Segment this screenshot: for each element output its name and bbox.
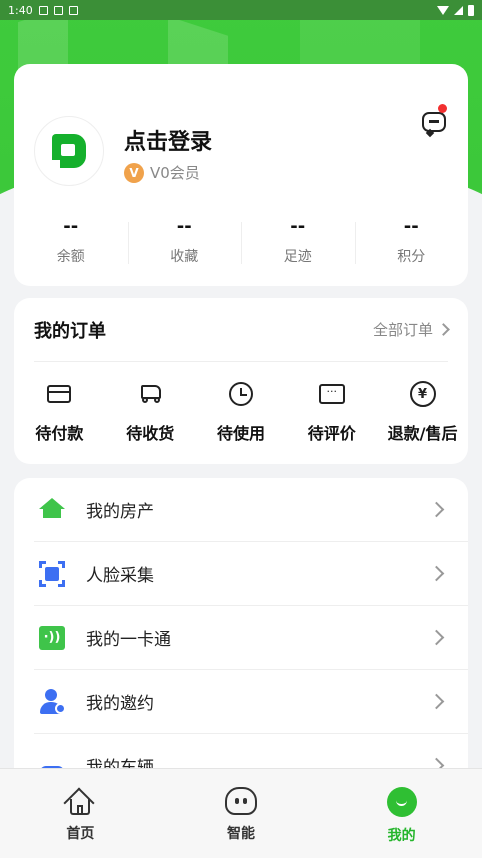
profile-icon [386, 787, 417, 817]
refund-icon: ¥ [409, 381, 436, 407]
stat-label: 积分 [397, 249, 426, 265]
status-time: 1:40 [8, 3, 33, 17]
messages-button[interactable] [420, 104, 448, 138]
robot-icon [225, 787, 257, 815]
card-icon [47, 385, 72, 403]
menu-item-access-card[interactable]: ·)) 我的一卡通 [34, 606, 468, 670]
orders-header: 我的订单 全部订单 [34, 298, 450, 362]
truck-icon [137, 385, 163, 403]
menu-item-label: 我的邀约 [86, 694, 154, 714]
stat-favorites[interactable]: -- 收藏 [127, 216, 242, 272]
invite-person-icon [39, 688, 66, 715]
avatar[interactable] [34, 116, 104, 186]
profile-card: 点击登录 V V0会员 -- 余额 -- 收藏 -- 足迹 -- 积分 [14, 64, 468, 286]
order-pending-review[interactable]: ··· 待评价 [286, 380, 377, 444]
order-refund[interactable]: ¥ 退款/售后 [377, 380, 468, 444]
chevron-right-icon [428, 693, 445, 710]
stat-points[interactable]: -- 积分 [354, 216, 469, 272]
orders-card: 我的订单 全部订单 待付款 待收货 待使用 ··· 待评价 ¥ 退款/售后 [14, 298, 468, 464]
order-status-label: 待付款 [35, 424, 84, 443]
house-icon [39, 498, 65, 518]
stat-balance[interactable]: -- 余额 [14, 216, 128, 272]
stat-history[interactable]: -- 足迹 [241, 216, 355, 272]
nav-label: 首页 [66, 826, 95, 842]
stat-value: -- [290, 216, 306, 237]
bottom-nav: 首页 智能 我的 [0, 768, 482, 858]
chevron-right-icon [428, 501, 445, 518]
status-bar: 1:40 [0, 0, 482, 20]
battery-icon [468, 4, 474, 16]
vip-label: V0会员 [150, 164, 200, 182]
stat-value: -- [403, 216, 419, 237]
login-link[interactable]: 点击登录 [124, 124, 212, 156]
order-pending-receipt[interactable]: 待收货 [105, 380, 196, 444]
stat-label: 余额 [56, 249, 85, 265]
stat-label: 足迹 [283, 249, 312, 265]
all-orders-label: 全部订单 [372, 321, 433, 339]
clock-icon [228, 382, 253, 406]
stat-value: -- [176, 216, 192, 237]
order-status-row: 待付款 待收货 待使用 ··· 待评价 ¥ 退款/售后 [14, 380, 468, 444]
all-orders-link[interactable]: 全部订单 [372, 319, 450, 340]
download-icon [38, 5, 48, 15]
chevron-right-icon [428, 565, 445, 582]
chevron-right-icon [428, 629, 445, 646]
chevron-right-icon [437, 323, 450, 336]
menu-item-label: 我的房产 [86, 502, 154, 522]
stat-label: 收藏 [170, 249, 199, 265]
menu-item-property[interactable]: 我的房产 [34, 478, 468, 542]
menu-item-invitations[interactable]: 我的邀约 [34, 670, 468, 734]
menu-item-face-capture[interactable]: 人脸采集 [34, 542, 468, 606]
orders-title: 我的订单 [34, 320, 106, 342]
nav-label: 我的 [387, 828, 416, 844]
vip-level[interactable]: V V0会员 [124, 162, 200, 183]
app-logo-icon [52, 134, 86, 168]
menu-card: 我的房产 人脸采集 ·)) 我的一卡通 我的邀约 我的车辆 [14, 478, 468, 778]
order-status-label: 待评价 [307, 424, 356, 443]
stat-value: -- [63, 216, 79, 237]
nav-smart[interactable]: 智能 [161, 769, 322, 858]
order-status-label: 待收货 [126, 424, 175, 443]
app-notification-icon [68, 5, 78, 15]
order-pending-payment[interactable]: 待付款 [14, 380, 105, 444]
wifi-icon [437, 5, 449, 15]
order-status-label: 退款/售后 [387, 424, 458, 443]
menu-item-label: 人脸采集 [86, 566, 154, 586]
order-status-label: 待使用 [216, 424, 265, 443]
nav-mine[interactable]: 我的 [321, 769, 482, 858]
notification-dot [438, 104, 447, 113]
vip-badge-icon: V [124, 162, 144, 183]
download-icon [53, 5, 63, 15]
nav-home[interactable]: 首页 [0, 769, 161, 858]
menu-item-label: 我的一卡通 [86, 630, 171, 650]
nfc-card-icon: ·)) [39, 625, 65, 650]
comment-icon: ··· [318, 384, 345, 404]
order-pending-use[interactable]: 待使用 [196, 380, 287, 444]
face-scan-icon [39, 560, 65, 587]
nav-label: 智能 [227, 826, 255, 842]
home-icon [63, 787, 95, 819]
stats-row: -- 余额 -- 收藏 -- 足迹 -- 积分 [14, 216, 468, 272]
signal-icon [454, 5, 463, 15]
